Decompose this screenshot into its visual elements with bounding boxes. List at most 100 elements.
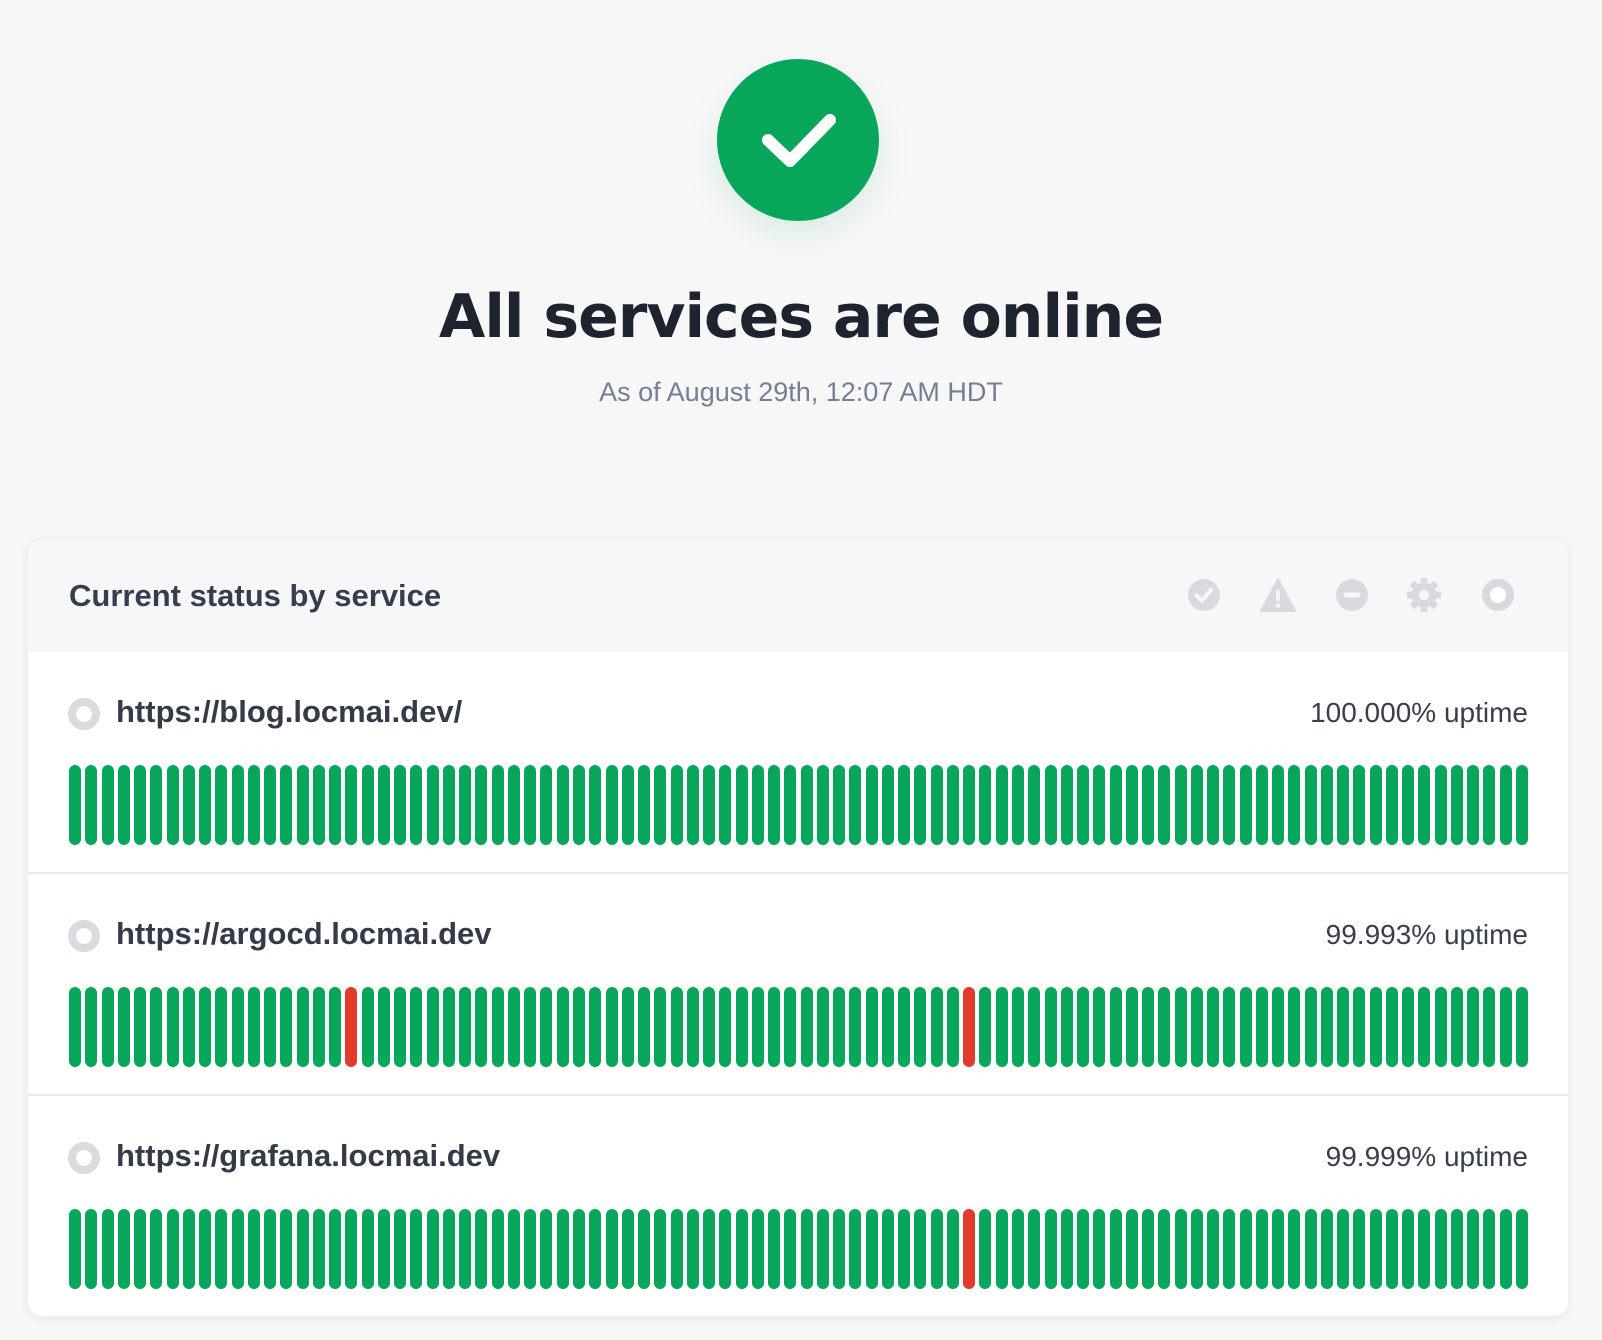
uptime-bar[interactable] <box>1304 1209 1317 1289</box>
uptime-bar[interactable] <box>1011 765 1024 845</box>
uptime-bar[interactable] <box>1077 1209 1090 1289</box>
uptime-bar[interactable] <box>1385 987 1398 1067</box>
uptime-bar[interactable] <box>833 987 846 1067</box>
uptime-bar[interactable] <box>540 1209 553 1289</box>
uptime-bar[interactable] <box>735 765 748 845</box>
uptime-bar[interactable] <box>1516 1209 1528 1289</box>
uptime-bar[interactable] <box>329 987 342 1067</box>
uptime-bar[interactable] <box>1255 1209 1268 1289</box>
uptime-bar[interactable] <box>1450 987 1463 1067</box>
uptime-bar[interactable] <box>491 1209 504 1289</box>
uptime-bar[interactable] <box>507 765 520 845</box>
uptime-bar[interactable] <box>215 1209 228 1289</box>
uptime-bar[interactable] <box>654 765 667 845</box>
uptime-bar[interactable] <box>1109 987 1122 1067</box>
uptime-bar[interactable] <box>361 765 374 845</box>
uptime-bar[interactable] <box>719 1209 732 1289</box>
uptime-bar[interactable] <box>1499 765 1512 845</box>
uptime-bar[interactable] <box>1223 765 1236 845</box>
uptime-bar[interactable] <box>361 987 374 1067</box>
uptime-bar[interactable] <box>296 1209 309 1289</box>
uptime-bar[interactable] <box>1337 765 1350 845</box>
maintenance-gear-icon[interactable] <box>1405 576 1443 614</box>
uptime-bar[interactable] <box>1011 1209 1024 1289</box>
uptime-bar[interactable] <box>1353 1209 1366 1289</box>
uptime-bar[interactable] <box>85 765 98 845</box>
uptime-bar[interactable] <box>686 765 699 845</box>
uptime-bar[interactable] <box>345 765 358 845</box>
uptime-bar[interactable] <box>605 765 618 845</box>
uptime-bar[interactable] <box>1385 1209 1398 1289</box>
uptime-bar[interactable] <box>768 1209 781 1289</box>
uptime-bar[interactable] <box>1288 765 1301 845</box>
uptime-bar[interactable] <box>312 1209 325 1289</box>
uptime-bar[interactable] <box>1207 765 1220 845</box>
uptime-bar[interactable] <box>979 765 992 845</box>
uptime-bar[interactable] <box>1353 765 1366 845</box>
uptime-bar[interactable] <box>946 987 959 1067</box>
uptime-bar[interactable] <box>410 1209 423 1289</box>
uptime-bar[interactable] <box>475 1209 488 1289</box>
uptime-bar[interactable] <box>881 765 894 845</box>
uptime-bar[interactable] <box>1125 765 1138 845</box>
uptime-bar[interactable] <box>1190 1209 1203 1289</box>
uptime-bar[interactable] <box>1011 987 1024 1067</box>
uptime-bar[interactable] <box>1434 1209 1447 1289</box>
uptime-bar[interactable] <box>426 1209 439 1289</box>
uptime-bar[interactable] <box>979 1209 992 1289</box>
uptime-bar[interactable] <box>621 765 634 845</box>
uptime-bar[interactable] <box>1207 1209 1220 1289</box>
uptime-bar[interactable] <box>1304 987 1317 1067</box>
uptime-bar[interactable] <box>703 1209 716 1289</box>
uptime-bar[interactable] <box>101 987 114 1067</box>
uptime-bar[interactable] <box>199 1209 212 1289</box>
uptime-bar[interactable] <box>166 987 179 1067</box>
uptime-bar[interactable] <box>670 765 683 845</box>
uptime-bar[interactable] <box>800 987 813 1067</box>
uptime-bar[interactable] <box>589 987 602 1067</box>
uptime-bar[interactable] <box>1093 987 1106 1067</box>
uptime-bar[interactable] <box>930 1209 943 1289</box>
uptime-bar[interactable] <box>475 987 488 1067</box>
uptime-bar-incident[interactable] <box>963 987 976 1067</box>
uptime-bar[interactable] <box>215 765 228 845</box>
uptime-bar[interactable] <box>1288 1209 1301 1289</box>
uptime-bar[interactable] <box>1239 765 1252 845</box>
uptime-bar[interactable] <box>1369 1209 1382 1289</box>
uptime-bar[interactable] <box>898 1209 911 1289</box>
uptime-bar[interactable] <box>670 987 683 1067</box>
uptime-bar[interactable] <box>1190 765 1203 845</box>
uptime-bar[interactable] <box>524 1209 537 1289</box>
uptime-bar[interactable] <box>719 765 732 845</box>
uptime-bar[interactable] <box>134 765 147 845</box>
uptime-bar[interactable] <box>654 1209 667 1289</box>
uptime-bar[interactable] <box>1483 1209 1496 1289</box>
uptime-bar[interactable] <box>117 987 130 1067</box>
uptime-bar[interactable] <box>1207 987 1220 1067</box>
uptime-bar[interactable] <box>442 765 455 845</box>
uptime-bar[interactable] <box>784 987 797 1067</box>
uptime-bar[interactable] <box>1158 1209 1171 1289</box>
uptime-bar[interactable] <box>1190 987 1203 1067</box>
outage-icon[interactable] <box>1333 576 1371 614</box>
uptime-bar[interactable] <box>881 1209 894 1289</box>
uptime-bar[interactable] <box>1467 1209 1480 1289</box>
uptime-bar[interactable] <box>1450 1209 1463 1289</box>
uptime-bar[interactable] <box>231 987 244 1067</box>
uptime-bar[interactable] <box>573 765 585 845</box>
uptime-bar[interactable] <box>914 1209 927 1289</box>
uptime-bar[interactable] <box>1125 987 1138 1067</box>
uptime-bar[interactable] <box>1174 765 1187 845</box>
uptime-bar[interactable] <box>686 1209 699 1289</box>
uptime-bar[interactable] <box>296 765 309 845</box>
uptime-bar[interactable] <box>1369 765 1382 845</box>
uptime-bar[interactable] <box>865 1209 878 1289</box>
uptime-bar[interactable] <box>1385 765 1398 845</box>
uptime-bar[interactable] <box>1418 765 1431 845</box>
uptime-bar[interactable] <box>329 765 342 845</box>
uptime-bar[interactable] <box>849 1209 862 1289</box>
uptime-bar[interactable] <box>459 987 472 1067</box>
uptime-bar[interactable] <box>1320 765 1333 845</box>
uptime-bar-incident[interactable] <box>345 987 358 1067</box>
uptime-bar[interactable] <box>150 1209 163 1289</box>
